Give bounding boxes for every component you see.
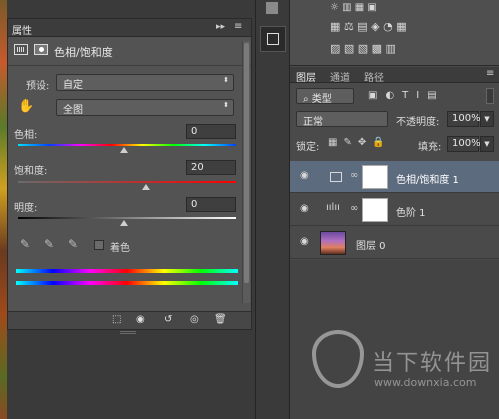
view-previous-icon[interactable]: ◉: [136, 314, 145, 325]
eyedropper-icon[interactable]: ✎: [20, 237, 30, 251]
layer-row[interactable]: ◉ ıılıı ∞ 色阶 1: [290, 194, 499, 226]
eyedropper-minus-icon[interactable]: ✎: [68, 237, 78, 251]
properties-footer: ⬚ ◉ ↺ ◎ 🗑: [8, 311, 251, 329]
properties-tab[interactable]: 属性: [12, 22, 32, 37]
eye-icon[interactable]: ◉: [300, 170, 309, 181]
panel-dock: [255, 0, 290, 419]
lock-label: 锁定:: [296, 142, 320, 153]
eye-icon[interactable]: ◉: [300, 203, 309, 214]
scrollbar-thumb[interactable]: [244, 43, 249, 283]
filter-label: 类型: [311, 94, 332, 105]
panel-menu-icon[interactable]: ≡: [234, 21, 242, 32]
panel-title: 色相/饱和度: [54, 46, 113, 59]
colorize-label: 着色: [110, 243, 130, 254]
levels-layer-icon: ıılıı: [326, 202, 340, 213]
eyedropper-plus-icon[interactable]: ✎: [44, 237, 54, 251]
preset-dropdown[interactable]: 自定 ⬍: [56, 74, 234, 91]
blend-mode-value: 正常: [303, 117, 323, 128]
channel-dropdown[interactable]: 全图 ⬍: [56, 99, 234, 116]
hue-input[interactable]: 0: [186, 124, 236, 139]
clip-to-layer-icon[interactable]: ⬚: [112, 314, 121, 325]
lightness-label: 明度:: [14, 203, 38, 214]
lightness-input[interactable]: 0: [186, 197, 236, 212]
adjustment-row-2[interactable]: ▦ ⚖ ▤ ◈ ◔ ▦: [330, 20, 450, 33]
hue-slider-thumb[interactable]: [120, 147, 128, 153]
saturation-label: 饱和度:: [14, 166, 48, 177]
fill-label: 填充:: [418, 142, 442, 153]
lock-icons[interactable]: ▦✎✥🔒: [328, 137, 391, 148]
divider: [8, 65, 251, 66]
watermark-name: 当下软件园: [372, 351, 493, 376]
layer-row[interactable]: ◉ 图层 0: [290, 227, 499, 259]
layer-thumbnail[interactable]: [320, 231, 346, 255]
watermark-url: www.downxia.com: [374, 376, 477, 389]
resize-grip[interactable]: [120, 331, 136, 334]
photo-edge: [0, 0, 7, 419]
adjustment-icon: [14, 44, 28, 55]
layer-mask-thumb[interactable]: [362, 198, 388, 222]
input-color-bar: [16, 269, 238, 273]
adjustment-dock-icon[interactable]: [260, 26, 286, 52]
layers-menu-icon[interactable]: ≡: [486, 68, 494, 79]
opacity-input[interactable]: 100%: [447, 111, 481, 127]
opacity-arrow-icon[interactable]: ▼: [480, 111, 494, 127]
search-icon: ⌕: [303, 94, 309, 105]
layers-tabbar: 图层 通道 路径 ≡: [290, 67, 499, 84]
properties-panel: 属性 ▸▸ ≡ 色相/饱和度 预设: 自定 ⬍ ✋ 全图 ⬍ 色相: 0 饱和度…: [7, 18, 252, 330]
hue-sat-layer-icon: [330, 172, 342, 182]
lightness-slider-thumb[interactable]: [120, 220, 128, 226]
layer-row[interactable]: ◉ ∞ 色相/饱和度 1: [290, 161, 499, 193]
layer-filter-dropdown[interactable]: ⌕ 类型: [296, 88, 354, 105]
adjustments-panel: ☼ ▥ ▦ ▣ ▦ ⚖ ▤ ◈ ◔ ▦ ▨ ▧ ▧ ▩ ▥: [290, 0, 499, 66]
saturation-slider-thumb[interactable]: [142, 184, 150, 190]
dock-icon[interactable]: [266, 2, 278, 14]
dropdown-arrows-icon: ⬍: [223, 76, 229, 84]
saturation-track[interactable]: [18, 181, 236, 183]
fill-arrow-icon[interactable]: ▼: [480, 136, 494, 152]
eye-icon[interactable]: ◉: [300, 236, 309, 247]
hue-label: 色相:: [14, 130, 38, 141]
lightness-track[interactable]: [18, 217, 236, 219]
filter-toggle[interactable]: [486, 88, 494, 104]
blend-mode-dropdown[interactable]: 正常: [296, 111, 388, 128]
scrollbar-track[interactable]: [242, 41, 250, 303]
preset-label: 预设:: [26, 81, 50, 92]
saturation-input[interactable]: 20: [186, 160, 236, 175]
tab-layers[interactable]: 图层: [296, 69, 316, 84]
properties-header: 属性 ▸▸ ≡: [8, 19, 251, 37]
output-color-bar: [16, 281, 238, 285]
colorize-checkbox[interactable]: [94, 240, 104, 250]
channel-value: 全图: [63, 105, 83, 116]
reset-icon[interactable]: ↺: [164, 314, 172, 325]
layer-name[interactable]: 色阶 1: [396, 204, 426, 219]
hue-track[interactable]: [18, 144, 236, 146]
layer-mask-thumb[interactable]: [362, 165, 388, 189]
opacity-label: 不透明度:: [396, 117, 440, 128]
filter-type-icons[interactable]: ▣◐TⅠ▤: [368, 90, 445, 101]
fill-input[interactable]: 100%: [447, 136, 481, 152]
tab-paths[interactable]: 路径: [364, 69, 384, 84]
dropdown-arrows-icon: ⬍: [223, 101, 229, 109]
layer-name[interactable]: 色相/饱和度 1: [396, 171, 459, 186]
visibility-icon[interactable]: ◎: [190, 314, 199, 325]
link-icon[interactable]: ∞: [350, 170, 358, 181]
tab-channels[interactable]: 通道: [330, 69, 350, 84]
adjustment-row-3[interactable]: ▨ ▧ ▧ ▩ ▥: [330, 42, 430, 55]
delete-icon[interactable]: 🗑: [214, 314, 227, 325]
panel-collapse-icon[interactable]: ▸▸: [216, 22, 225, 32]
link-icon[interactable]: ∞: [350, 203, 358, 214]
preset-value: 自定: [63, 80, 83, 91]
layers-panel: ☼ ▥ ▦ ▣ ▦ ⚖ ▤ ◈ ◔ ▦ ▨ ▧ ▧ ▩ ▥ 图层 通道 路径 ≡…: [290, 0, 499, 419]
adjustment-row-1: ☼ ▥ ▦ ▣: [330, 2, 377, 13]
mask-icon[interactable]: [34, 44, 48, 55]
layer-name[interactable]: 图层 0: [356, 237, 386, 252]
hand-tool-icon[interactable]: ✋: [18, 99, 34, 114]
